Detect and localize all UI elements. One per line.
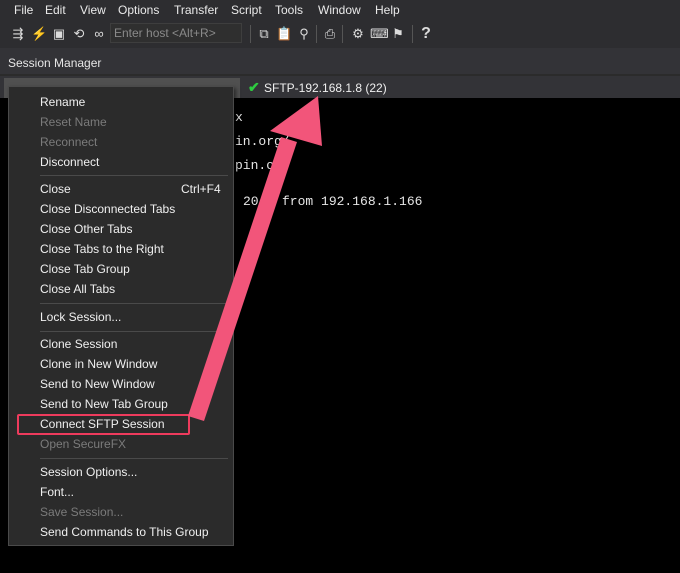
reconnect-icon[interactable]: ⟲ <box>71 26 87 42</box>
menu-script[interactable]: Script <box>231 3 262 17</box>
connected-check-icon: ✔ <box>248 79 260 95</box>
menu-gutter <box>9 87 35 545</box>
toolbar-separator <box>250 25 251 43</box>
toolbar-separator <box>412 25 413 43</box>
menu-item-lock-session[interactable]: Lock Session... <box>40 310 121 324</box>
menu-transfer[interactable]: Transfer <box>174 3 218 17</box>
menu-item-send-new-window[interactable]: Send to New Window <box>40 377 155 391</box>
terminal-line: x <box>235 110 243 125</box>
terminal-line: pin.or <box>235 158 282 173</box>
terminal-line: in.org/ <box>235 134 290 149</box>
tab-sftp-label: SFTP-192.168.1.8 (22) <box>264 81 387 95</box>
menu-separator <box>40 331 228 332</box>
annotation-highlight-box <box>17 414 190 435</box>
quick-connect-icon[interactable]: ⚡ <box>31 26 47 42</box>
host-input[interactable] <box>111 24 241 42</box>
menu-item-close-disconnected-tabs[interactable]: Close Disconnected Tabs <box>40 202 175 216</box>
menu-item-clone-new-window[interactable]: Clone in New Window <box>40 357 157 371</box>
terminal-line: 20 from 192.168.1.166 <box>243 194 423 209</box>
menu-item-close-other-tabs[interactable]: Close Other Tabs <box>40 222 133 236</box>
menu-item-session-options[interactable]: Session Options... <box>40 465 137 479</box>
menu-item-send-new-tab-group[interactable]: Send to New Tab Group <box>40 397 168 411</box>
connect-icon[interactable]: ⇶ <box>10 26 26 42</box>
sftp-icon[interactable]: ⚑ <box>390 26 406 42</box>
print-icon[interactable]: ⎙ <box>322 26 338 42</box>
menu-item-send-commands-group[interactable]: Send Commands to This Group <box>40 525 209 539</box>
menu-separator <box>40 458 228 459</box>
copy-icon[interactable]: ⧉ <box>256 26 272 42</box>
menu-item-rename[interactable]: Rename <box>40 95 85 109</box>
menu-tools[interactable]: Tools <box>275 3 303 17</box>
menu-bar: File Edit View Options Transfer Script T… <box>0 0 680 20</box>
host-input-wrapper <box>110 23 242 43</box>
menu-item-disconnect[interactable]: Disconnect <box>40 155 99 169</box>
menu-item-open-securefx: Open SecureFX <box>40 437 127 451</box>
menu-separator <box>40 303 228 304</box>
toolbar-separator <box>342 25 343 43</box>
keymap-icon[interactable]: ⌨ <box>370 26 389 42</box>
menu-item-close[interactable]: Close <box>40 182 71 196</box>
paste-icon[interactable]: 📋 <box>276 26 292 42</box>
session-manager-bar: Session Manager <box>0 48 680 74</box>
menu-item-save-session: Save Session... <box>40 505 124 519</box>
menu-window[interactable]: Window <box>318 3 361 17</box>
session-manager-label[interactable]: Session Manager <box>8 56 101 70</box>
toolbar-separator <box>316 25 317 43</box>
menu-item-close-tabs-right[interactable]: Close Tabs to the Right <box>40 242 164 256</box>
menu-view[interactable]: View <box>80 3 106 17</box>
menu-item-close-all-tabs[interactable]: Close All Tabs <box>40 282 115 296</box>
tab-context-menu: Rename Reset Name Reconnect Disconnect C… <box>8 86 234 546</box>
menu-item-close-tab-group[interactable]: Close Tab Group <box>40 262 130 276</box>
menu-item-close-shortcut: Ctrl+F4 <box>181 182 221 196</box>
menu-item-reconnect: Reconnect <box>40 135 98 149</box>
find-icon[interactable]: ⚲ <box>296 26 312 42</box>
settings-icon[interactable]: ⚙ <box>350 26 366 42</box>
link-icon[interactable]: ∞ <box>91 26 107 42</box>
menu-separator <box>40 175 228 176</box>
menu-options[interactable]: Options <box>118 3 159 17</box>
menu-file[interactable]: File <box>14 3 33 17</box>
help-icon[interactable]: ? <box>418 26 434 42</box>
menu-item-clone-session[interactable]: Clone Session <box>40 337 117 351</box>
menu-help[interactable]: Help <box>375 3 400 17</box>
menu-item-reset-name: Reset Name <box>40 115 107 129</box>
menu-edit[interactable]: Edit <box>45 3 66 17</box>
menu-item-font[interactable]: Font... <box>40 485 74 499</box>
toolbar: ⇶ ⚡ ▣ ⟲ ∞ ⧉ 📋 ⚲ ⎙ ⚙ ⌨ ⚑ ? <box>0 20 680 48</box>
console-icon[interactable]: ▣ <box>51 26 67 42</box>
